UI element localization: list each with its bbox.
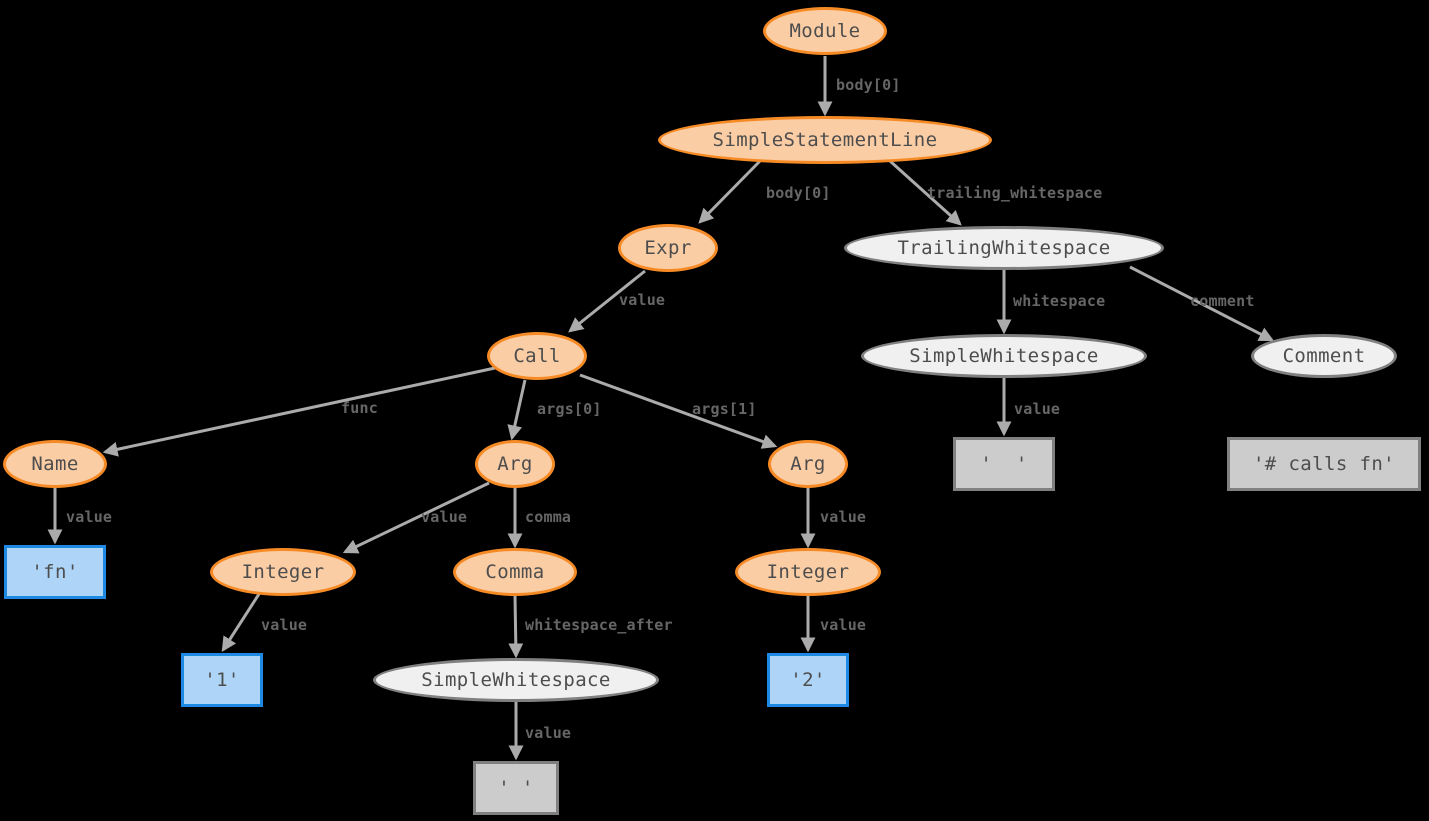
edge-label-integer0-to-oneval: value: [261, 616, 308, 634]
cst-node-label: Integer: [766, 560, 850, 583]
edge-label-arg1-to-integer1: value: [820, 508, 867, 526]
edge-label-arg0-to-integer0: value: [421, 508, 468, 526]
graph-node-call: Call: [487, 332, 587, 380]
whitespace-value-box-label: '# calls fn': [1252, 452, 1396, 475]
literal-value-box-label: '1': [204, 668, 240, 691]
edge-label-trailingws-to-simplews_right: whitespace: [1013, 292, 1106, 310]
edge-label-arg0-to-comma: comma: [525, 508, 572, 526]
graph-node-simplestmtline: SimpleStatementLine: [658, 116, 992, 164]
edge-label-integer1-to-twoval: value: [820, 616, 867, 634]
ast-graph-canvas: Module SimpleStatementLine Expr TrailingWhi…: [0, 0, 1429, 821]
graph-node-arg1: Arg: [768, 440, 848, 488]
whitespace-node-label: SimpleWhitespace: [421, 668, 611, 691]
graph-node-wsval_right: ' ': [953, 437, 1055, 491]
graph-node-simplews_mid: SimpleWhitespace: [373, 658, 659, 702]
edge-label-simplestmtline-to-trailingws: trailing_whitespace: [927, 184, 1103, 202]
graph-node-simplews_right: SimpleWhitespace: [861, 334, 1147, 378]
graph-edge-arg0-to-integer0: [342, 481, 490, 554]
edge-label-simplews_mid-to-wsval_mid: value: [525, 724, 572, 742]
whitespace-node-label: TrailingWhitespace: [897, 236, 1111, 259]
literal-value-box-label: '2': [790, 668, 826, 691]
graph-node-fnval: 'fn': [4, 545, 106, 599]
edge-label-module-to-simplestmtline: body[0]: [836, 76, 901, 94]
graph-node-wsval_mid: ' ': [473, 761, 559, 815]
graph-edge-call-to-name: [102, 366, 496, 457]
edge-label-call-to-arg0: args[0]: [537, 400, 602, 418]
graph-node-name: Name: [3, 440, 107, 488]
cst-node-label: Expr: [644, 236, 692, 259]
cst-node-label: Name: [31, 452, 79, 475]
literal-value-box-label: 'fn': [31, 560, 79, 583]
graph-edge-comma-to-simplews_mid: [508, 595, 524, 659]
cst-node-label: Integer: [241, 560, 325, 583]
graph-node-trailingws: TrailingWhitespace: [844, 226, 1164, 270]
graph-node-comma: Comma: [453, 548, 577, 596]
graph-edge-integer0-to-oneval: [221, 593, 261, 653]
cst-node-label: SimpleStatementLine: [712, 128, 938, 151]
whitespace-value-box-label: ' ': [498, 776, 534, 799]
graph-edge-simplestmtline-to-expr: [698, 159, 762, 224]
graph-node-expr: Expr: [618, 224, 718, 272]
cst-node-label: Module: [789, 19, 861, 42]
graph-node-arg0: Arg: [475, 440, 555, 488]
cst-node-label: Arg: [790, 452, 826, 475]
edge-label-trailingws-to-comment: comment: [1190, 292, 1255, 310]
edge-label-expr-to-call: value: [619, 291, 666, 309]
cst-node-label: Call: [513, 344, 561, 367]
graph-edge-call-to-arg0: [507, 379, 527, 441]
graph-node-comment: Comment: [1251, 334, 1397, 378]
graph-node-twoval: '2': [767, 653, 849, 707]
cst-node-label: Arg: [497, 452, 533, 475]
edge-label-call-to-arg1: args[1]: [692, 400, 757, 418]
graph-node-module: Module: [763, 7, 887, 55]
graph-node-oneval: '1': [181, 653, 263, 707]
graph-node-commentval: '# calls fn': [1227, 437, 1421, 491]
edge-label-call-to-name: func: [341, 399, 378, 417]
graph-node-integer1: Integer: [735, 548, 881, 596]
edge-label-simplews_right-to-wsval_right: value: [1014, 400, 1061, 418]
cst-node-label: Comma: [485, 560, 545, 583]
graph-node-integer0: Integer: [210, 548, 356, 596]
whitespace-node-label: SimpleWhitespace: [909, 344, 1099, 367]
whitespace-node-label: Comment: [1282, 344, 1366, 367]
edge-label-simplestmtline-to-expr: body[0]: [766, 184, 831, 202]
edge-label-comma-to-simplews_mid: whitespace_after: [525, 616, 673, 634]
edge-label-name-to-fnval: value: [66, 508, 113, 526]
whitespace-value-box-label: ' ': [980, 452, 1028, 475]
